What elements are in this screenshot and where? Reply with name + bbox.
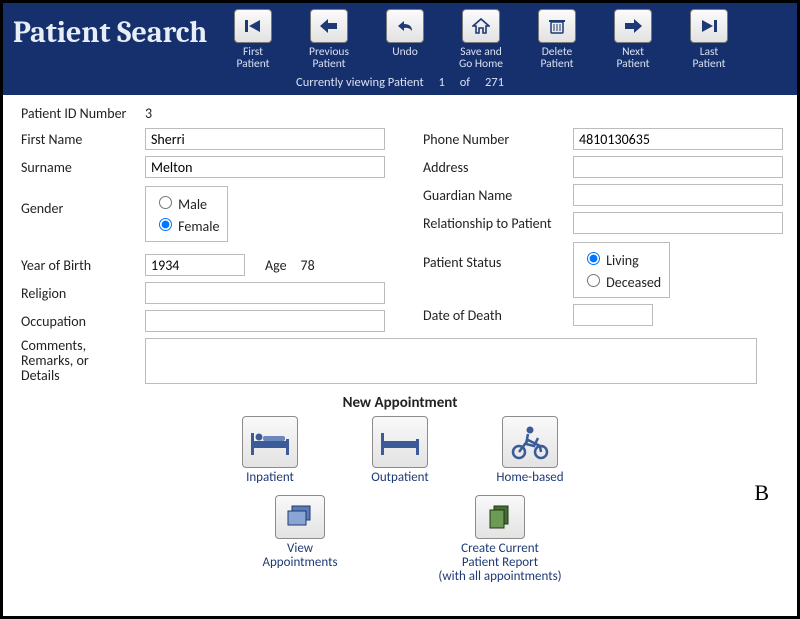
patient-id-value: 3 — [145, 105, 152, 122]
new-appointment-heading: New Appointment — [21, 394, 779, 412]
outpatient-bed-icon — [379, 427, 421, 457]
motorcycle-icon — [510, 424, 550, 460]
gender-label: Gender — [21, 186, 145, 217]
next-patient-button[interactable] — [614, 9, 652, 43]
gender-male-option[interactable]: Male — [154, 193, 219, 213]
toolbar: First Patient Previous Patient Undo — [227, 9, 735, 70]
dod-label: Date of Death — [423, 307, 573, 324]
header-bar: Patient Search First Patient Previous Pa… — [3, 3, 797, 95]
relationship-label: Relationship to Patient — [423, 215, 573, 232]
status-deceased-radio[interactable] — [587, 274, 600, 287]
comments-label: Comments, Remarks, or Details — [21, 338, 145, 383]
last-patient-label: Last Patient — [683, 46, 735, 70]
viewing-total: 271 — [485, 75, 504, 90]
viewing-of: of — [460, 75, 470, 90]
status-living-option[interactable]: Living — [582, 249, 661, 269]
create-report-label: Create Current Patient Report (with all … — [438, 542, 561, 584]
windows-icon — [285, 504, 315, 530]
address-input[interactable] — [573, 156, 783, 178]
save-home-label: Save and Go Home — [455, 46, 507, 70]
age-value: 78 — [301, 257, 315, 274]
next-patient-label: Next Patient — [607, 46, 659, 70]
dod-input[interactable] — [573, 304, 653, 326]
surname-input[interactable] — [145, 156, 385, 178]
status-deceased-option[interactable]: Deceased — [582, 271, 661, 291]
status-group: Living Deceased — [573, 242, 670, 298]
arrow-right-icon — [624, 19, 642, 33]
arrow-left-icon — [320, 19, 338, 33]
delete-patient-label: Delete Patient — [531, 46, 583, 70]
first-name-input[interactable] — [145, 128, 385, 150]
homebased-button[interactable] — [502, 416, 558, 468]
page-title: Patient Search — [13, 9, 227, 50]
home-icon — [472, 18, 490, 34]
inpatient-label: Inpatient — [246, 471, 294, 485]
first-patient-label: First Patient — [227, 46, 279, 70]
gender-group: Male Female — [145, 186, 228, 242]
undo-icon — [395, 19, 415, 33]
save-home-button[interactable] — [462, 9, 500, 43]
undo-button[interactable] — [386, 9, 424, 43]
occupation-input[interactable] — [145, 310, 385, 332]
documents-icon — [486, 504, 514, 530]
outpatient-label: Outpatient — [371, 471, 429, 485]
occupation-label: Occupation — [21, 313, 145, 330]
undo-label: Undo — [392, 46, 418, 58]
view-appointments-label: View Appointments — [262, 542, 337, 570]
age-label: Age — [265, 257, 287, 274]
inpatient-button[interactable] — [242, 416, 298, 468]
religion-input[interactable] — [145, 282, 385, 304]
guardian-label: Guardian Name — [423, 187, 573, 204]
outpatient-button[interactable] — [372, 416, 428, 468]
yob-label: Year of Birth — [21, 257, 145, 274]
trash-icon — [548, 18, 566, 34]
homebased-label: Home-based — [496, 471, 563, 485]
status-living-radio[interactable] — [587, 252, 600, 265]
first-patient-button[interactable] — [234, 9, 272, 43]
address-label: Address — [423, 159, 573, 176]
phone-input[interactable] — [573, 128, 783, 150]
viewing-status: Currently viewing Patient 1 of 271 — [3, 70, 797, 96]
first-name-label: First Name — [21, 131, 145, 148]
patient-id-label: Patient ID Number — [21, 105, 145, 122]
surname-label: Surname — [21, 159, 145, 176]
comments-input[interactable] — [145, 338, 757, 384]
previous-patient-button[interactable] — [310, 9, 348, 43]
create-report-button[interactable] — [475, 495, 525, 539]
relationship-input[interactable] — [573, 212, 783, 234]
delete-patient-button[interactable] — [538, 9, 576, 43]
viewing-prefix: Currently viewing Patient — [296, 75, 424, 90]
last-patient-button[interactable] — [690, 9, 728, 43]
guardian-input[interactable] — [573, 184, 783, 206]
phone-label: Phone Number — [423, 131, 573, 148]
figure-letter: B — [754, 480, 769, 506]
religion-label: Religion — [21, 285, 145, 302]
viewing-index: 1 — [439, 75, 445, 90]
previous-patient-label: Previous Patient — [303, 46, 355, 70]
status-label: Patient Status — [423, 242, 573, 271]
yob-input[interactable] — [145, 254, 245, 276]
first-icon — [244, 18, 262, 34]
inpatient-bed-icon — [249, 427, 291, 457]
gender-male-radio[interactable] — [159, 196, 172, 209]
last-icon — [700, 18, 718, 34]
view-appointments-button[interactable] — [275, 495, 325, 539]
gender-female-option[interactable]: Female — [154, 215, 219, 235]
gender-female-radio[interactable] — [159, 218, 172, 231]
